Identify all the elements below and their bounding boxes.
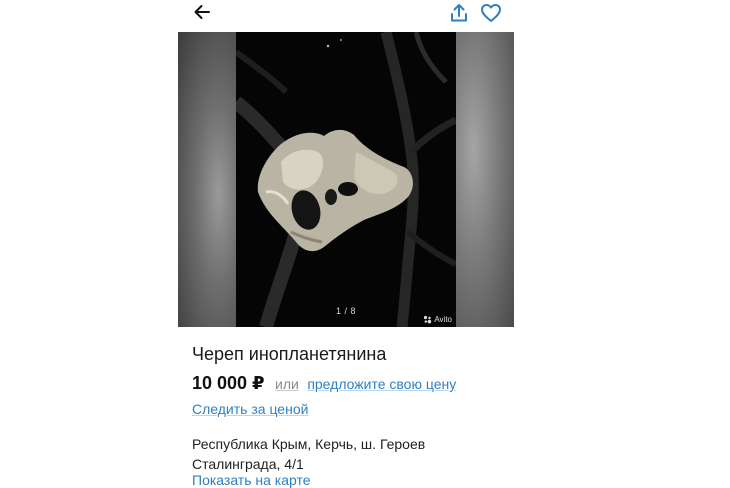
follow-price-link[interactable]: Следить за ценой (192, 401, 308, 417)
listing-title: Череп инопланетянина (192, 344, 387, 364)
show-on-map-link[interactable]: Показать на карте (192, 472, 311, 488)
address-line-1: Республика Крым, Керчь, ш. Героев (192, 436, 426, 452)
address: Республика Крым, Керчь, ш. Героев Сталин… (192, 434, 492, 474)
share-icon[interactable] (448, 2, 470, 24)
listing-photo[interactable] (231, 32, 458, 327)
photo-counter: 1 / 8 (335, 306, 356, 316)
heart-outline-icon[interactable] (480, 2, 502, 24)
avito-watermark: Avito (423, 315, 452, 324)
price-row: 10 000 ₽ или предложите свою цену (192, 373, 456, 394)
address-line-2: Сталинграда, 4/1 (192, 456, 304, 472)
avito-logo-icon (424, 315, 432, 324)
offer-price-link[interactable]: предложите свою цену (307, 376, 456, 392)
back-arrow-icon[interactable] (192, 2, 212, 22)
photo-gallery[interactable]: 1 / 8 Avito (178, 32, 514, 327)
price: 10 000 ₽ (192, 373, 265, 393)
gallery-blur-right (456, 32, 514, 327)
gallery-blur-left (178, 32, 236, 327)
or-label: или (275, 376, 299, 392)
watermark-text: Avito (434, 315, 452, 324)
top-bar (0, 0, 730, 28)
